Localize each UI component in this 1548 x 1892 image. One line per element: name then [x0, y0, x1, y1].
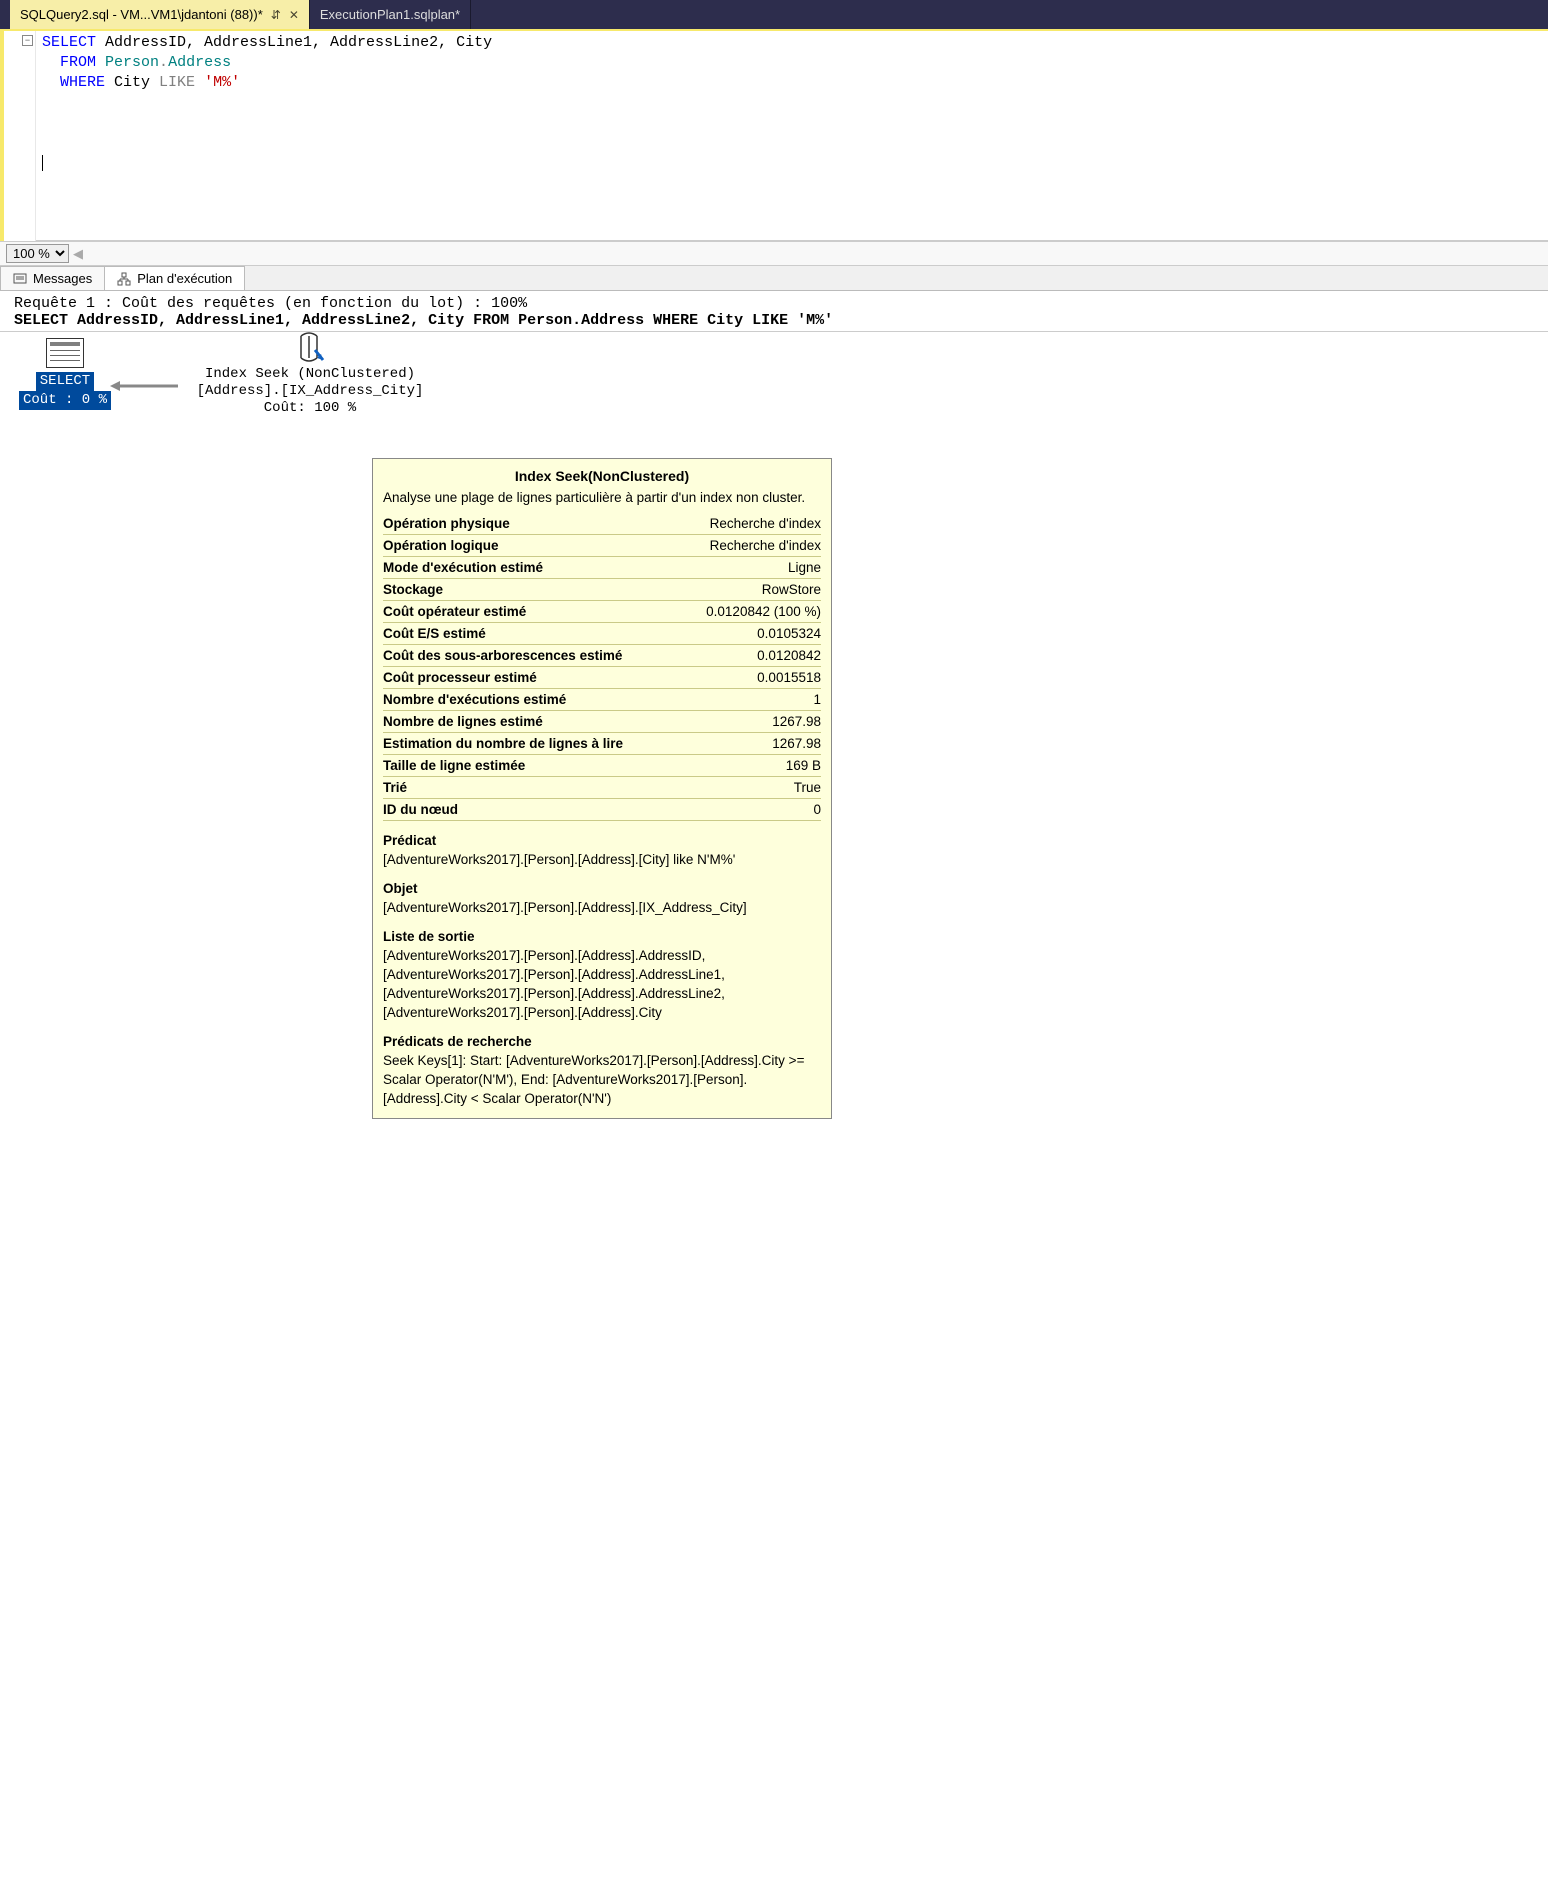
tab-sqlquery[interactable]: SQLQuery2.sql - VM...VM1\jdantoni (88))*…: [10, 0, 310, 29]
section-value: Seek Keys[1]: Start: [AdventureWorks2017…: [383, 1051, 821, 1108]
tooltip-title: Index Seek(NonClustered): [383, 467, 821, 486]
property-key: ID du nœud: [383, 800, 458, 819]
property-row: Stockage RowStore: [383, 579, 821, 601]
code-area[interactable]: SELECT AddressID, AddressLine1, AddressL…: [36, 31, 1548, 241]
property-row: Mode d'exécution estimé Ligne: [383, 557, 821, 579]
editor-gutter: −: [0, 31, 36, 241]
collapse-toggle[interactable]: −: [22, 35, 33, 46]
index-seek-icon: [295, 332, 325, 362]
property-key: Estimation du nombre de lignes à lire: [383, 734, 623, 753]
tab-executionplan[interactable]: ExecutionPlan1.sqlplan*: [310, 0, 471, 29]
kw-like: LIKE: [159, 74, 195, 91]
document-tabbar: SQLQuery2.sql - VM...VM1\jdantoni (88))*…: [0, 0, 1548, 29]
property-value: 0.0105324: [757, 624, 821, 643]
property-value: 0.0120842 (100 %): [706, 602, 821, 621]
sql-editor: − SELECT AddressID, AddressLine1, Addres…: [0, 29, 1548, 241]
tooltip-section: Prédicat[AdventureWorks2017].[Person].[A…: [383, 831, 821, 869]
property-value: 1267.98: [772, 712, 821, 731]
property-key: Trié: [383, 778, 407, 797]
property-key: Coût E/S estimé: [383, 624, 486, 643]
property-value: 1267.98: [772, 734, 821, 753]
kw-where: WHERE: [60, 74, 105, 91]
property-row: Estimation du nombre de lignes à lire 126…: [383, 733, 821, 755]
property-value: RowStore: [762, 580, 821, 599]
property-row: ID du nœud 0: [383, 799, 821, 821]
property-key: Nombre de lignes estimé: [383, 712, 543, 731]
zoom-bar: 100 % ◀: [0, 241, 1548, 266]
tab-execution-plan[interactable]: Plan d'exécution: [104, 266, 245, 290]
property-key: Mode d'exécution estimé: [383, 558, 543, 577]
property-row: Taille de ligne estimée 169 B: [383, 755, 821, 777]
zoom-select[interactable]: 100 %: [6, 244, 69, 263]
section-heading: Prédicats de recherche: [383, 1032, 821, 1051]
tooltip-properties: Opération physiqueRecherche d'indexOpéra…: [383, 513, 821, 821]
property-row: Opération logique Recherche d'index: [383, 535, 821, 557]
section-value: [AdventureWorks2017].[Person].[Address].…: [383, 946, 821, 1022]
property-row: Nombre de lignes estimé 1267.98: [383, 711, 821, 733]
property-key: Coût processeur estimé: [383, 668, 537, 687]
section-heading: Objet: [383, 879, 821, 898]
kw-select: SELECT: [42, 34, 96, 51]
property-value: 169 B: [786, 756, 821, 775]
property-value: 0: [813, 800, 821, 819]
tooltip-section: Liste de sortie[AdventureWorks2017].[Per…: [383, 927, 821, 1022]
node-cost: Coût : 0 %: [19, 391, 111, 410]
plan-node-select[interactable]: SELECT Coût : 0 %: [10, 338, 120, 410]
close-icon[interactable]: ✕: [289, 8, 299, 22]
tab-label: Messages: [33, 271, 92, 286]
plan-header: Requête 1 : Coût des requêtes (en foncti…: [0, 291, 1548, 332]
kw-from: FROM: [60, 54, 96, 71]
section-heading: Prédicat: [383, 831, 821, 850]
property-key: Taille de ligne estimée: [383, 756, 525, 775]
property-key: Opération logique: [383, 536, 499, 555]
node-title: SELECT: [36, 372, 94, 391]
tab-messages[interactable]: Messages: [0, 266, 105, 290]
property-value: Recherche d'index: [710, 514, 821, 533]
property-row: Coût E/S estimé 0.0105324: [383, 623, 821, 645]
property-row: Coût des sous-arborescences estimé 0.0120…: [383, 645, 821, 667]
section-value: [AdventureWorks2017].[Person].[Address].…: [383, 898, 821, 917]
operator-tooltip: Index Seek(NonClustered) Analyse une pla…: [372, 458, 832, 1119]
property-value: Ligne: [788, 558, 821, 577]
property-key: Stockage: [383, 580, 443, 599]
property-row: Trié True: [383, 777, 821, 799]
tab-label: SQLQuery2.sql - VM...VM1\jdantoni (88))*: [20, 7, 263, 22]
tooltip-section: Prédicats de rechercheSeek Keys[1]: Star…: [383, 1032, 821, 1108]
plan-arrow: [110, 380, 180, 392]
tab-label: ExecutionPlan1.sqlplan*: [320, 7, 460, 22]
node-line1: Index Seek (NonClustered): [180, 366, 440, 383]
scroll-left-icon[interactable]: ◀: [73, 246, 83, 262]
plan-canvas[interactable]: SELECT Coût : 0 % Index Seek (NonCluster…: [0, 332, 1548, 452]
property-key: Nombre d'exécutions estimé: [383, 690, 566, 709]
tab-label: Plan d'exécution: [137, 271, 232, 286]
tooltip-sections: Prédicat[AdventureWorks2017].[Person].[A…: [383, 831, 821, 1108]
node-line2: [Address].[IX_Address_City]: [180, 383, 440, 400]
property-row: Nombre d'exécutions estimé 1: [383, 689, 821, 711]
property-value: Recherche d'index: [710, 536, 821, 555]
property-row: Coût processeur estimé 0.0015518: [383, 667, 821, 689]
property-key: Opération physique: [383, 514, 510, 533]
pin-icon[interactable]: ⇵: [271, 8, 281, 22]
messages-icon: [13, 272, 27, 286]
plan-icon: [117, 272, 131, 286]
select-icon: [46, 338, 84, 368]
property-value: True: [794, 778, 821, 797]
results-tabbar: Messages Plan d'exécution: [0, 266, 1548, 291]
property-value: 0.0015518: [757, 668, 821, 687]
section-value: [AdventureWorks2017].[Person].[Address].…: [383, 850, 821, 869]
property-key: Coût opérateur estimé: [383, 602, 526, 621]
property-row: Opération physique Recherche d'index: [383, 513, 821, 535]
property-key: Coût des sous-arborescences estimé: [383, 646, 622, 665]
tooltip-section: Objet[AdventureWorks2017].[Person].[Addr…: [383, 879, 821, 917]
node-line3: Coût: 100 %: [180, 400, 440, 417]
text-caret: [42, 155, 43, 171]
property-value: 1: [813, 690, 821, 709]
plan-node-index-seek[interactable]: Index Seek (NonClustered) [Address].[IX_…: [180, 332, 440, 417]
property-value: 0.0120842: [757, 646, 821, 665]
tooltip-description: Analyse une plage de lignes particulière…: [383, 488, 821, 507]
section-heading: Liste de sortie: [383, 927, 821, 946]
property-row: Coût opérateur estimé 0.0120842 (100 %): [383, 601, 821, 623]
